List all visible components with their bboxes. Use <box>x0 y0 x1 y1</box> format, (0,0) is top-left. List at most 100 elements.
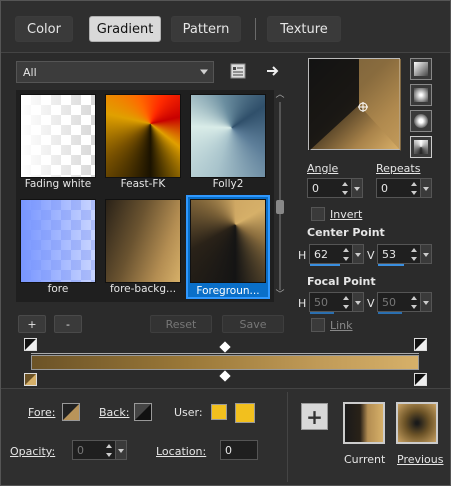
back-swatch[interactable] <box>134 403 152 421</box>
angle-spinner[interactable]: 0 <box>307 178 363 198</box>
gradient-item-foreground[interactable]: Foregroun... <box>186 195 270 299</box>
divider <box>287 392 288 482</box>
gradient-item-label: fore-backg... <box>109 283 177 295</box>
radial-style-button[interactable] <box>410 110 432 132</box>
gradient-item-fore[interactable]: fore <box>18 197 98 297</box>
link-checkbox[interactable] <box>311 318 325 332</box>
add-gradient-button[interactable]: + <box>18 315 46 333</box>
opacity-spinner[interactable]: 0 <box>72 440 127 460</box>
scrollbar-track <box>279 102 281 290</box>
dropdown-button[interactable] <box>420 245 431 263</box>
gradient-item-folly2[interactable]: Folly2 <box>188 92 268 192</box>
transparency-stop-right[interactable] <box>414 338 427 351</box>
location-label: Location: <box>156 445 206 458</box>
decrement-icon[interactable] <box>411 256 417 261</box>
center-h-value: 62 <box>314 247 328 261</box>
location-field[interactable]: 0 <box>220 440 258 460</box>
color-stop-right[interactable] <box>414 373 427 386</box>
chevron-up-icon[interactable]: ︿ <box>275 90 285 100</box>
sunburst-style-button[interactable] <box>410 136 432 158</box>
dropdown-button[interactable] <box>352 293 363 311</box>
focal-h-level-bar <box>310 312 334 314</box>
gradient-item-label: Foregroun... <box>196 285 260 297</box>
increment-icon[interactable] <box>342 181 348 186</box>
chevron-down-icon <box>200 69 208 75</box>
tab-pattern[interactable]: Pattern <box>171 16 241 42</box>
radial-icon <box>414 114 428 128</box>
focal-h-spinner[interactable]: 50 <box>309 292 364 314</box>
center-v-label: V <box>367 249 375 262</box>
add-to-swatches-button[interactable]: + <box>301 403 328 430</box>
back-label: Back: <box>99 406 129 419</box>
center-point-label: Center Point <box>307 226 385 239</box>
repeats-label: Repeats <box>376 162 421 175</box>
decrement-icon[interactable] <box>106 452 112 457</box>
angle-label: Angle <box>307 162 339 175</box>
reset-button[interactable]: Reset <box>150 315 212 333</box>
gradient-item-fore-background[interactable]: fore-backg... <box>103 197 183 297</box>
linear-style-button[interactable] <box>410 58 432 80</box>
linear-icon <box>414 62 428 76</box>
previous-swatch[interactable] <box>396 402 438 444</box>
gradient-thumbnail <box>105 199 181 283</box>
fore-label: Fore: <box>28 406 55 419</box>
arrow-right-icon[interactable] <box>264 62 282 80</box>
focal-point-label: Focal Point <box>307 275 376 288</box>
dropdown-button[interactable] <box>115 441 126 459</box>
gradient-thumbnail <box>105 94 181 178</box>
gradient-editor-bar[interactable] <box>31 355 419 370</box>
dropdown-button[interactable] <box>351 179 362 197</box>
user-swatch[interactable] <box>235 403 255 423</box>
increment-icon[interactable] <box>343 247 349 252</box>
chevron-down-icon[interactable]: ﹀ <box>275 290 285 300</box>
category-dropdown[interactable]: All <box>16 61 214 83</box>
save-button[interactable]: Save <box>222 315 284 333</box>
decrement-icon[interactable] <box>343 304 349 309</box>
scrollbar-thumb[interactable] <box>276 200 284 214</box>
tab-bar: Color Gradient Pattern Texture <box>1 1 450 53</box>
library-scrollbar[interactable]: ︿ ﹀ <box>274 90 286 302</box>
user-swatch-small[interactable] <box>211 404 227 420</box>
previous-label: Previous <box>397 453 444 466</box>
gradient-item-feast-fk[interactable]: Feast-FK <box>103 92 183 192</box>
increment-icon[interactable] <box>343 295 349 300</box>
remove-gradient-button[interactable]: - <box>54 315 82 333</box>
opacity-value: 0 <box>77 443 84 457</box>
increment-icon[interactable] <box>411 181 417 186</box>
gradient-thumbnail <box>20 94 96 178</box>
transparency-stop-left[interactable] <box>24 338 37 351</box>
back-label-text: Back: <box>99 406 130 419</box>
center-h-label: H <box>298 249 307 262</box>
increment-icon[interactable] <box>106 443 112 448</box>
gradient-preview[interactable] <box>308 58 401 151</box>
center-h-spinner[interactable]: 62 <box>309 244 364 266</box>
gradient-editor-line <box>31 353 419 354</box>
current-swatch[interactable] <box>343 402 385 444</box>
focal-v-spinner[interactable]: 50 <box>377 292 432 314</box>
rectangular-style-button[interactable] <box>410 84 432 106</box>
library-icon[interactable] <box>229 62 247 80</box>
fore-swatch[interactable] <box>62 403 80 421</box>
decrement-icon[interactable] <box>343 256 349 261</box>
increment-icon[interactable] <box>411 295 417 300</box>
tab-gradient[interactable]: Gradient <box>89 16 161 42</box>
tab-texture[interactable]: Texture <box>267 16 341 42</box>
repeats-spinner[interactable]: 0 <box>376 178 432 198</box>
previous-label-text: Previous <box>397 453 444 466</box>
center-h-level-bar <box>310 264 340 266</box>
invert-checkbox[interactable] <box>311 207 325 221</box>
dropdown-button[interactable] <box>352 245 363 263</box>
color-stop-left[interactable] <box>24 373 37 386</box>
center-v-level-bar <box>378 264 404 266</box>
decrement-icon[interactable] <box>342 190 348 195</box>
tab-color[interactable]: Color <box>15 16 73 42</box>
decrement-icon[interactable] <box>411 190 417 195</box>
gradient-item-fading-white[interactable]: Fading white <box>18 92 98 192</box>
increment-icon[interactable] <box>411 247 417 252</box>
dropdown-button[interactable] <box>420 293 431 311</box>
center-v-spinner[interactable]: 53 <box>377 244 432 266</box>
gradient-item-label: Fading white <box>24 178 92 190</box>
decrement-icon[interactable] <box>411 304 417 309</box>
category-dropdown-value: All <box>23 65 37 79</box>
dropdown-button[interactable] <box>420 179 431 197</box>
